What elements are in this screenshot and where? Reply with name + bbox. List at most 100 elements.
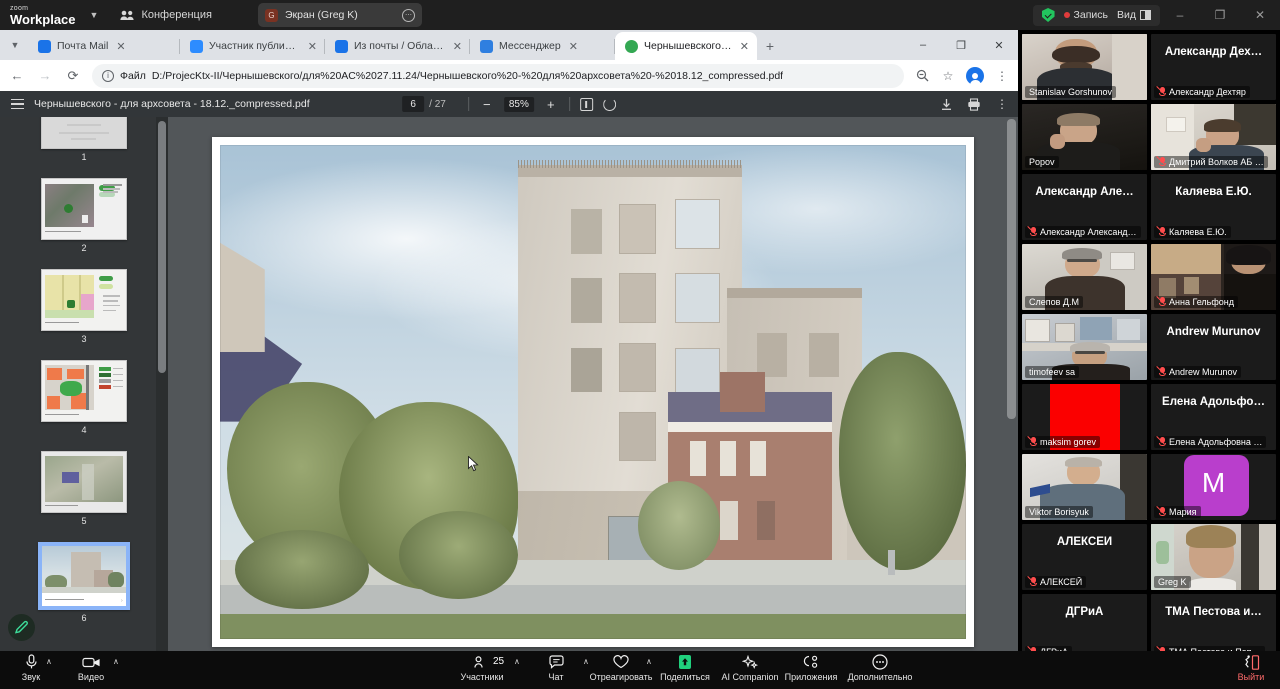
ai-companion-button[interactable]: AI Companion bbox=[718, 654, 782, 682]
recording-status-group[interactable]: Запись Вид bbox=[1032, 4, 1160, 26]
thumbnail-page-3[interactable] bbox=[41, 269, 127, 331]
participant-tile-8[interactable]: timofeev sa bbox=[1022, 314, 1147, 380]
thumbnail-item[interactable]: 1 bbox=[41, 117, 127, 162]
audio-options-chevron-icon[interactable]: ∧ bbox=[46, 657, 52, 666]
thumbnail-number: 3 bbox=[81, 334, 87, 344]
browser-close-button[interactable]: ✕ bbox=[980, 30, 1018, 60]
react-options-chevron-icon[interactable]: ∧ bbox=[646, 657, 652, 666]
browser-minimize-button[interactable]: – bbox=[904, 30, 942, 60]
participant-tile-4[interactable]: Александр Але… Александр Александ… bbox=[1022, 174, 1147, 240]
participant-name-badge: Дмитрий Волков АБ … bbox=[1154, 156, 1268, 168]
participant-tile-15-active-speaker[interactable]: Greg K bbox=[1151, 524, 1276, 590]
browser-tab-1[interactable]: Участник публикации – Zoom ✕ bbox=[180, 32, 325, 60]
pdf-more-icon[interactable]: ⋮ bbox=[990, 91, 1014, 117]
thumbnail-item[interactable]: 2 bbox=[41, 178, 127, 253]
download-icon[interactable] bbox=[934, 91, 958, 117]
participant-tile-5[interactable]: Каляева Е.Ю. Каляева Е.Ю. bbox=[1151, 174, 1276, 240]
share-screen-button[interactable]: Поделиться bbox=[656, 654, 714, 682]
ai-label: AI Companion bbox=[721, 672, 779, 682]
participant-name: Greg K bbox=[1158, 577, 1187, 587]
recording-indicator[interactable]: Запись bbox=[1063, 9, 1108, 21]
address-bar[interactable]: i Файл D:/ProjecKtx-II/Чернышевского/для… bbox=[92, 63, 904, 88]
thumbnail-page-4[interactable] bbox=[41, 360, 127, 422]
profile-avatar[interactable] bbox=[966, 66, 984, 85]
divider bbox=[467, 97, 469, 111]
conference-tab[interactable]: Конференция bbox=[120, 9, 212, 21]
participant-tile-2[interactable]: Popov bbox=[1022, 104, 1147, 170]
screen-share-chip[interactable]: G Экран (Greg K) ⋯ bbox=[258, 3, 422, 27]
zoom-close-button[interactable]: ✕ bbox=[1240, 0, 1280, 30]
zoom-minimize-button[interactable]: – bbox=[1160, 0, 1200, 30]
back-button[interactable]: ← bbox=[4, 63, 30, 89]
sidebar-toggle-icon[interactable] bbox=[0, 91, 34, 117]
participant-name: maksim gorev bbox=[1040, 437, 1097, 447]
thumbnail-scrollbar-thumb[interactable] bbox=[158, 121, 166, 373]
zoom-out-page-icon[interactable] bbox=[910, 64, 934, 88]
tab-close-icon[interactable]: ✕ bbox=[451, 40, 464, 53]
chat-icon bbox=[548, 654, 564, 670]
browser-tab-3[interactable]: Мессенджер ✕ bbox=[470, 32, 615, 60]
thumbnail-item-selected[interactable]: › 6 bbox=[38, 542, 130, 623]
bookmark-star-icon[interactable]: ☆ bbox=[936, 64, 960, 88]
more-options-icon[interactable]: ⋯ bbox=[402, 8, 415, 22]
chat-button[interactable]: Чат bbox=[527, 654, 585, 682]
pdf-thumbnail-sidebar[interactable]: 1 2 3 4 5 › 6 bbox=[0, 117, 168, 651]
thumbnail-page-1[interactable] bbox=[41, 117, 127, 149]
view-selector[interactable]: Вид bbox=[1117, 9, 1151, 21]
react-label: Отреагировать bbox=[589, 672, 653, 682]
page-number-input[interactable]: 6 bbox=[402, 96, 425, 112]
zoom-out-button[interactable]: − bbox=[479, 97, 495, 112]
tab-close-icon[interactable]: ✕ bbox=[567, 40, 580, 53]
pdf-page-scrollbar[interactable] bbox=[1007, 119, 1016, 419]
rotate-icon[interactable] bbox=[602, 97, 616, 111]
thumbnail-page-5[interactable] bbox=[41, 451, 127, 513]
zoom-maximize-button[interactable]: ❐ bbox=[1200, 0, 1240, 30]
participant-tile-13[interactable]: M Мария bbox=[1151, 454, 1276, 520]
video-button[interactable]: Видео bbox=[62, 654, 120, 682]
thumbnail-item[interactable]: 5 bbox=[41, 451, 127, 526]
info-icon[interactable]: i bbox=[102, 69, 114, 82]
participant-tile-9[interactable]: Andrew Murunov Andrew Murunov bbox=[1151, 314, 1276, 380]
apps-button[interactable]: Приложения bbox=[782, 654, 840, 682]
browser-maximize-button[interactable]: ❐ bbox=[942, 30, 980, 60]
forward-button[interactable]: → bbox=[32, 63, 58, 89]
react-button[interactable]: Отреагировать bbox=[590, 654, 652, 682]
thumbnail-page-2[interactable] bbox=[41, 178, 127, 240]
participant-tile-11[interactable]: Елена Адольфо… Елена Адольфовна … bbox=[1151, 384, 1276, 450]
more-options-button[interactable]: Дополнительно bbox=[846, 654, 914, 682]
pdf-page-area[interactable] bbox=[168, 117, 1018, 651]
participant-name-badge: Елена Адольфовна … bbox=[1154, 436, 1267, 448]
thumbnail-item[interactable]: 4 bbox=[41, 360, 127, 435]
annotate-pencil-icon[interactable] bbox=[8, 614, 35, 641]
participant-tile-10[interactable]: maksim gorev bbox=[1022, 384, 1147, 450]
chat-options-chevron-icon[interactable]: ∧ bbox=[583, 657, 589, 666]
participant-tile-12[interactable]: Viktor Borisyuk bbox=[1022, 454, 1147, 520]
participant-tile-0[interactable]: Stanislav Gorshunov bbox=[1022, 34, 1147, 100]
chrome-browser-window: ▼ Почта Mail ✕ Участник публикации – Zoo… bbox=[0, 30, 1018, 651]
browser-tab-2[interactable]: Из почты / Облако Mail ✕ bbox=[325, 32, 470, 60]
tab-search-chevron-icon[interactable]: ▼ bbox=[2, 30, 28, 60]
participants-options-chevron-icon[interactable]: ∧ bbox=[514, 657, 520, 666]
reload-button[interactable]: ⟳ bbox=[60, 63, 86, 89]
tab-close-icon[interactable]: ✕ bbox=[738, 40, 751, 53]
url-scheme-label: Файл bbox=[120, 69, 146, 82]
participant-tile-1[interactable]: Александр Дех… Александр Дехтяр bbox=[1151, 34, 1276, 100]
fit-page-icon[interactable] bbox=[579, 97, 593, 111]
browser-menu-icon[interactable]: ⋮ bbox=[990, 64, 1014, 88]
participant-tile-7[interactable]: Анна Гельфонд bbox=[1151, 244, 1276, 310]
new-tab-button[interactable]: + bbox=[757, 32, 783, 60]
tab-close-icon[interactable]: ✕ bbox=[114, 40, 127, 53]
browser-tab-4-active[interactable]: Чернышевского - для архсо ✕ bbox=[615, 32, 757, 60]
participant-tile-14[interactable]: АЛЕКСЕЙ АЛЕКСЕЙ bbox=[1022, 524, 1147, 590]
thumbnail-page-6[interactable]: › bbox=[38, 542, 130, 610]
participant-tile-3[interactable]: Дмитрий Волков АБ … bbox=[1151, 104, 1276, 170]
chevron-down-icon[interactable]: ▼ bbox=[90, 10, 99, 20]
browser-tab-0[interactable]: Почта Mail ✕ bbox=[28, 32, 180, 60]
tab-close-icon[interactable]: ✕ bbox=[306, 40, 319, 53]
participant-tile-6[interactable]: Слепов Д.М bbox=[1022, 244, 1147, 310]
zoom-in-button[interactable]: + bbox=[543, 97, 559, 112]
video-options-chevron-icon[interactable]: ∧ bbox=[113, 657, 119, 666]
thumbnail-item[interactable]: 3 bbox=[41, 269, 127, 344]
leave-meeting-button[interactable]: Выйти bbox=[1222, 654, 1280, 682]
print-icon[interactable] bbox=[962, 91, 986, 117]
